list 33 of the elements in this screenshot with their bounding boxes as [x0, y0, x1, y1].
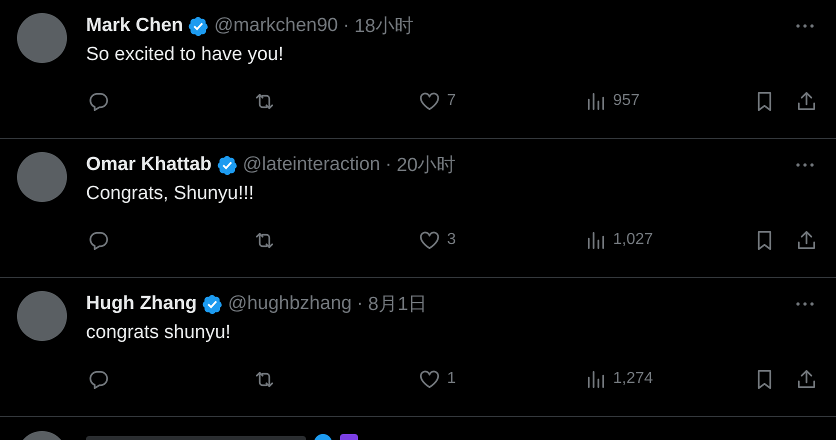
like-count: 3 — [447, 231, 456, 249]
avatar-placeholder[interactable] — [17, 291, 67, 341]
like-icon[interactable] — [418, 368, 441, 390]
post-text: Congrats, Shunyu!!! — [86, 183, 255, 205]
like-count: 7 — [447, 92, 456, 110]
post-text: So excited to have you! — [86, 44, 285, 66]
author-name[interactable]: Omar Khattab — [86, 154, 212, 176]
post-time[interactable]: 20小时 — [396, 152, 456, 178]
author-name[interactable]: Hugh Zhang — [86, 293, 197, 315]
post-time[interactable]: 18小时 — [354, 13, 414, 39]
post-text: congrats shunyu! — [86, 322, 232, 344]
author-name[interactable]: Mark Chen — [86, 15, 184, 37]
author-handle[interactable]: @hughbzhang — [228, 293, 352, 315]
separator-dot: · — [342, 15, 350, 37]
more-options-icon[interactable] — [795, 301, 815, 307]
post-time[interactable]: 8月1日 — [368, 291, 428, 317]
more-options-icon[interactable] — [795, 162, 815, 168]
share-icon[interactable] — [795, 368, 818, 390]
like-count: 1 — [447, 370, 456, 388]
author-handle[interactable]: @lateinteraction — [242, 154, 380, 176]
like-icon[interactable] — [418, 90, 441, 112]
separator-dot: · — [356, 293, 364, 315]
view-count: 1,274 — [613, 370, 654, 388]
view-count: 1,027 — [613, 231, 654, 249]
like-icon[interactable] — [418, 228, 441, 252]
author-handle[interactable]: @markchen90 — [214, 15, 338, 37]
share-icon[interactable] — [795, 90, 818, 112]
share-icon[interactable] — [795, 228, 818, 252]
view-count: 957 — [613, 92, 640, 110]
avatar-placeholder[interactable] — [17, 13, 67, 63]
avatar-placeholder[interactable] — [17, 152, 67, 202]
more-options-icon[interactable] — [795, 23, 815, 29]
separator-dot: · — [385, 154, 392, 176]
